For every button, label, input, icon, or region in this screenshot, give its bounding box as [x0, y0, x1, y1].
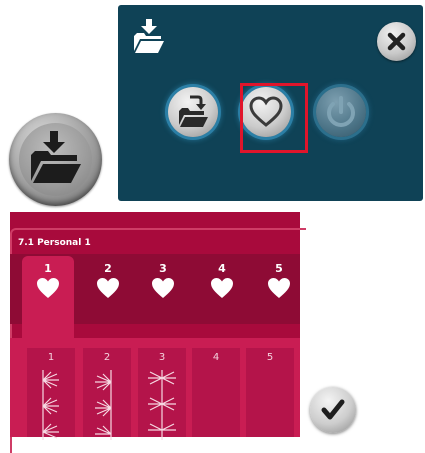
tab-label: 1	[44, 262, 52, 275]
stitch-slot-2[interactable]: 2	[83, 348, 131, 440]
tab-label: 4	[218, 262, 226, 275]
slot-label: 3	[158, 352, 166, 363]
slot-label: 5	[266, 352, 274, 363]
tab-4[interactable]: 4	[202, 262, 242, 299]
tab-2[interactable]: 2	[88, 262, 128, 299]
stitch-slot-3[interactable]: 3	[138, 348, 186, 440]
load-button-large[interactable]	[9, 113, 102, 206]
tab-5[interactable]: 5	[259, 262, 299, 299]
check-icon	[321, 399, 345, 420]
load-from-folder-icon	[179, 95, 208, 127]
load-folder-icon	[31, 131, 81, 183]
stitch-slot-5[interactable]: 5	[246, 348, 294, 437]
heart-icon	[152, 278, 174, 298]
close-button[interactable]	[377, 22, 416, 61]
load-folder-icon	[134, 19, 164, 53]
heart-icon	[37, 278, 59, 298]
tab-label: 5	[275, 262, 283, 275]
ok-button[interactable]	[310, 387, 356, 433]
tab-3[interactable]: 3	[143, 262, 183, 299]
selection-highlight	[240, 83, 308, 153]
tab-1[interactable]: 1	[28, 262, 68, 299]
stitch-pattern-icon	[148, 370, 176, 440]
heart-icon	[268, 278, 290, 298]
power-icon	[327, 96, 355, 127]
stitch-slot-4[interactable]: 4	[192, 348, 240, 437]
tab-label: 3	[159, 262, 167, 275]
heart-icon	[97, 278, 119, 298]
load-from-folder-button[interactable]	[168, 87, 218, 137]
close-icon	[387, 32, 406, 51]
tab-label: 2	[104, 262, 112, 275]
slot-label: 4	[212, 352, 220, 363]
personal-menu-title: 7.1 Personal 1	[18, 238, 91, 248]
slot-label: 1	[47, 352, 55, 363]
stitch-pattern-icon	[42, 370, 59, 440]
slot-label: 2	[103, 352, 111, 363]
heart-icon	[211, 278, 233, 298]
power-button[interactable]	[316, 87, 366, 137]
stitch-pattern-icon	[95, 370, 112, 440]
stitch-slot-1[interactable]: 1	[27, 348, 75, 440]
